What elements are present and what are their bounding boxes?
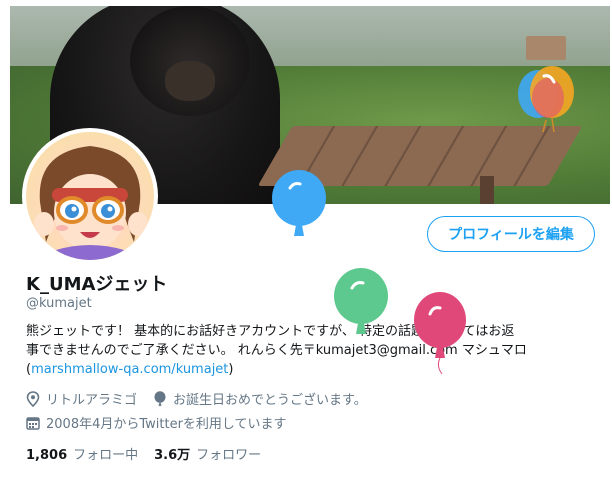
following-label: フォロー中: [73, 448, 139, 463]
profile-bio: 熊ジェットです！ 基本的にお話好きアカウントですが、 特定の話題についてはお返 …: [26, 322, 596, 379]
pink-balloon-icon: [414, 292, 466, 375]
bio-line-3: (marshmallow-qa.com/kumajet): [26, 360, 596, 379]
joined-text: 2008年4月からTwitterを利用しています: [46, 417, 287, 432]
followers-count: 3.6万: [154, 448, 191, 463]
banner-crate: [526, 36, 566, 60]
location-pin-icon: [26, 390, 40, 407]
bio-line-2: 事できませんのでご了承ください。 れんらく先〒kumajet3@gmail.co…: [26, 343, 527, 358]
bear-snout: [165, 61, 215, 101]
location-text: リトルアラミゴ: [46, 393, 138, 408]
blue-balloon-icon: [272, 170, 326, 236]
bio-line-1: 熊ジェットです！ 基本的にお話好きアカウントですが、 特定の話題についてはお返: [26, 324, 515, 339]
bio-link[interactable]: marshmallow-qa.com/kumajet: [31, 362, 228, 377]
birthday-item: お誕生日おめでとうございます。: [153, 389, 367, 408]
followers-link[interactable]: 3.6万 フォロワー: [154, 444, 261, 463]
following-link[interactable]: 1,806 フォロー中: [26, 444, 138, 463]
display-name: K_UMAジェット: [26, 274, 168, 295]
following-count: 1,806: [26, 448, 68, 463]
follow-stats: 1,806 フォロー中 3.6万 フォロワー: [26, 444, 261, 463]
profile-meta-row: リトルアラミゴ お誕生日おめでとうございます。: [26, 389, 377, 408]
bio-link-close-paren: ): [228, 362, 234, 377]
avatar[interactable]: [22, 128, 158, 264]
edit-profile-button[interactable]: プロフィールを編集: [427, 216, 595, 252]
user-handle: @kumajet: [26, 296, 92, 311]
balloon-cluster-icon: [518, 66, 574, 133]
calendar-icon: [26, 416, 40, 430]
green-balloon-icon: [334, 268, 388, 334]
location-item: リトルアラミゴ: [26, 389, 137, 408]
birthday-text: お誕生日おめでとうございます。: [173, 393, 367, 408]
balloon-icon: [154, 390, 166, 406]
avatar-image: [26, 132, 154, 260]
anime-avatar-illustration: [34, 146, 148, 260]
followers-label: フォロワー: [196, 448, 262, 463]
joined-row: 2008年4月からTwitterを利用しています: [26, 413, 287, 432]
picnic-table-leg: [480, 176, 494, 204]
